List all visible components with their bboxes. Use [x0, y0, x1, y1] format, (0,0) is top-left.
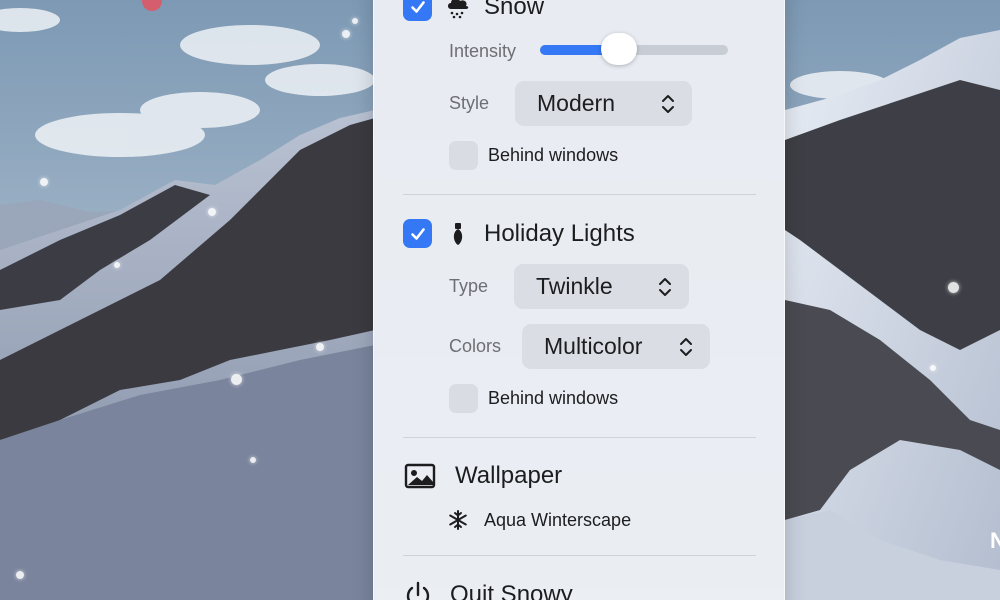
- quit-menu-item[interactable]: Quit Snowy: [403, 580, 573, 600]
- snowflake-particle: [342, 30, 350, 38]
- snow-section-header: Snow: [403, 0, 544, 21]
- wallpaper-title: Wallpaper: [455, 462, 563, 489]
- checkmark-icon: [410, 0, 425, 13]
- snowflake-particle: [352, 18, 358, 24]
- wallpaper-current-row[interactable]: Aqua Winterscape: [447, 509, 631, 531]
- snowflake-icon: [447, 509, 469, 531]
- snowy-menu-panel: Snow Intensity Style Modern Behind windo…: [373, 0, 785, 600]
- snowflake-particle: [948, 282, 959, 293]
- snowflake-particle: [231, 374, 242, 385]
- checkmark-icon: [410, 227, 425, 240]
- wallpaper-menu-item[interactable]: Wallpaper: [404, 462, 562, 490]
- colors-popup-button[interactable]: Multicolor: [522, 324, 710, 369]
- snow-cloud-icon: [444, 0, 472, 21]
- holiday-lights-section-header: Holiday Lights: [403, 219, 635, 248]
- wallpaper-current-name: Aqua Winterscape: [484, 509, 632, 530]
- snowflake-particle: [930, 365, 936, 371]
- lights-behind-windows-checkbox[interactable]: [449, 384, 478, 413]
- style-label: Style: [449, 93, 490, 113]
- lights-behind-windows-row: Behind windows: [449, 384, 618, 413]
- quit-label: Quit Snowy: [450, 581, 573, 600]
- snowflake-particle: [316, 343, 324, 351]
- snowflake-particle: [40, 178, 48, 186]
- snow-behind-windows-label: Behind windows: [488, 145, 619, 165]
- snowflake-particle: [250, 457, 256, 463]
- snow-behind-windows-row: Behind windows: [449, 141, 618, 170]
- style-popup-button[interactable]: Modern: [515, 81, 692, 126]
- colors-popup-value: Multicolor: [544, 333, 643, 359]
- snow-enabled-checkbox[interactable]: [403, 0, 432, 21]
- power-icon: [403, 580, 433, 600]
- snowflake-particle: [114, 262, 120, 268]
- divider: [403, 437, 756, 438]
- snowflake-particle: [16, 571, 24, 579]
- style-popup-value: Modern: [537, 90, 615, 116]
- snow-section-title: Snow: [484, 0, 545, 20]
- divider: [403, 555, 756, 556]
- type-popup-button[interactable]: Twinkle: [514, 264, 689, 309]
- snowflake-particle: [208, 208, 216, 216]
- colors-label: Colors: [449, 336, 502, 356]
- holiday-lights-section-title: Holiday Lights: [484, 219, 635, 247]
- up-down-chevron-icon: [680, 337, 692, 356]
- divider: [403, 194, 756, 195]
- snow-behind-windows-checkbox[interactable]: [449, 141, 478, 170]
- image-icon: [404, 462, 436, 490]
- christmas-bulb-icon: [444, 220, 472, 248]
- up-down-chevron-icon: [659, 277, 671, 296]
- intensity-slider-knob[interactable]: [600, 33, 637, 65]
- desktop-text-fragment: N: [990, 528, 1000, 553]
- holiday-lights-enabled-checkbox[interactable]: [403, 219, 432, 248]
- lights-behind-windows-label: Behind windows: [488, 388, 619, 408]
- up-down-chevron-icon: [662, 94, 674, 113]
- type-label: Type: [449, 276, 489, 296]
- type-popup-value: Twinkle: [536, 273, 613, 299]
- intensity-label: Intensity: [449, 41, 517, 61]
